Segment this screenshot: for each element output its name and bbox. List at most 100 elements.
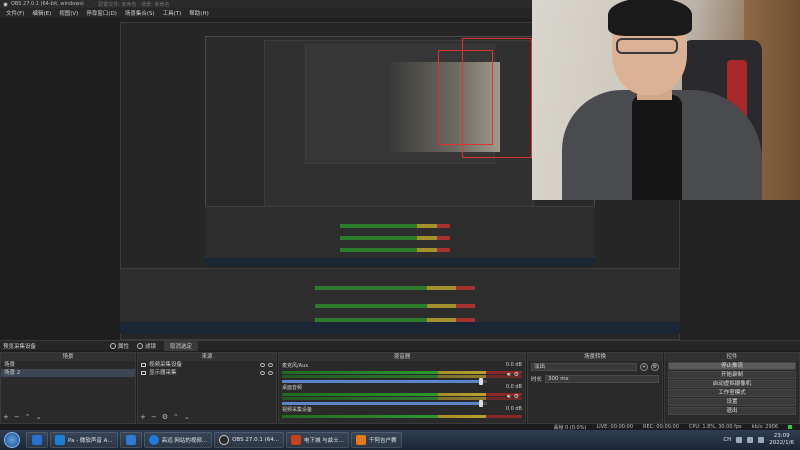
add-source-button[interactable]: +	[140, 413, 146, 421]
menu-view[interactable]: 视图(V)	[55, 9, 82, 17]
start-virtual-camera-button[interactable]: 启动虚拟摄像机	[668, 380, 796, 388]
menu-bar: 文件(F) 编辑(E) 视图(V) 停靠窗口(D) 场景集合(S) 工具(T) …	[0, 8, 532, 18]
sources-title: 来源	[138, 353, 276, 361]
nested-meter	[315, 304, 475, 308]
menu-docks[interactable]: 停靠窗口(D)	[82, 9, 121, 17]
transitions-title: 场景转换	[528, 353, 662, 361]
move-down-button[interactable]: ⌄	[36, 413, 42, 421]
move-up-button[interactable]: ⌃	[173, 413, 179, 421]
preview-margin-right	[680, 198, 800, 340]
clock[interactable]: 23:09 2022/1/6	[769, 433, 794, 447]
browser-icon	[148, 435, 159, 445]
exit-button[interactable]: 退出	[668, 407, 796, 415]
level-meter	[282, 375, 522, 378]
settings-button[interactable]: 设置	[668, 398, 796, 406]
person-shirt	[632, 95, 682, 200]
scene-item[interactable]: 场景	[1, 361, 135, 369]
controls-dock: 控件 停止推流 开始录制 启动虚拟摄像机 工作室模式 设置 退出	[664, 352, 800, 424]
scenes-dock: 场景 场景 场景 2 + − ⌃ ⌄	[0, 352, 136, 424]
window-title-extra: · 配置文件: 未命名 · 场景: 未命名	[94, 1, 170, 8]
menu-tools[interactable]: 工具(T)	[159, 9, 186, 17]
level-meter	[282, 371, 522, 374]
source-context-bar: 预览采集设备 属性 滤镜 取消选定	[0, 340, 800, 351]
move-down-button[interactable]: ⌄	[184, 413, 190, 421]
channel-name: 视频采集设备	[282, 407, 313, 413]
remove-source-button[interactable]: −	[151, 413, 157, 421]
speaker-icon[interactable]: 🔊︎	[507, 371, 511, 379]
stream-health-indicator	[788, 425, 792, 429]
nested-meter	[340, 236, 450, 240]
system-tray: CH 23:09 2022/1/6	[723, 433, 800, 447]
channel-name: 桌面音频	[282, 385, 303, 391]
gear-icon[interactable]: ⚙	[514, 393, 519, 401]
start-recording-button[interactable]: 开始录制	[668, 371, 796, 379]
taskbar-app[interactable]	[119, 432, 142, 448]
scene-item[interactable]: 场景 2	[1, 369, 135, 377]
network-icon[interactable]	[736, 437, 743, 443]
gear-icon	[110, 342, 116, 349]
nested-meter	[340, 248, 450, 252]
flag-icon[interactable]	[758, 437, 765, 443]
source-properties-button[interactable]: ⚙	[162, 413, 168, 421]
studio-mode-button[interactable]: 工作室模式	[668, 389, 796, 397]
source-item[interactable]: 视频采集设备	[138, 361, 276, 369]
stop-streaming-button[interactable]: 停止推流	[668, 362, 796, 370]
clock-time: 23:09	[773, 433, 790, 439]
level-meter	[282, 415, 522, 418]
gear-icon[interactable]: ⚙	[651, 363, 659, 371]
source-item[interactable]: 显示器采集	[138, 369, 276, 377]
folder-icon	[125, 435, 136, 445]
taskbar-app[interactable]: Pa - 微软声音 A...	[50, 432, 118, 448]
person-glasses	[616, 38, 678, 54]
title-bar: OBS 27.0.1 (64-bit, windows) · 配置文件: 未命名…	[0, 0, 532, 8]
menu-file[interactable]: 文件(F)	[2, 9, 28, 17]
deselect-button[interactable]: 取消选定	[164, 340, 199, 351]
input-language[interactable]: CH	[723, 437, 731, 443]
add-scene-button[interactable]: +	[3, 413, 9, 421]
scenes-toolbar: + − ⌃ ⌄	[3, 413, 42, 421]
taskbar-app[interactable]: 千阿吉户赛	[350, 432, 402, 448]
menu-edit[interactable]: 编辑(E)	[28, 9, 55, 17]
taskbar-app[interactable]	[26, 432, 48, 448]
sources-toolbar: + − ⚙ ⌃ ⌄	[140, 413, 190, 421]
preview-margin-left	[0, 18, 120, 340]
camera-icon	[141, 363, 146, 367]
eye-icon[interactable]	[260, 363, 265, 367]
move-up-button[interactable]: ⌃	[25, 413, 31, 421]
level-meter	[282, 393, 522, 396]
lock-icon[interactable]	[268, 371, 273, 375]
transition-select[interactable]: 淡出	[531, 363, 637, 371]
add-transition-button[interactable]: +	[640, 363, 648, 371]
start-button[interactable]	[4, 432, 20, 448]
volume-icon[interactable]	[747, 437, 754, 443]
mixer-channel: 桌面音频 0.0 dB 🔊︎ ⚙	[279, 383, 525, 407]
duration-input[interactable]: 300 ms	[545, 375, 659, 383]
lock-icon[interactable]	[268, 363, 273, 367]
obs-icon	[219, 435, 230, 445]
duration-label: 时长	[531, 377, 543, 383]
channel-name: 麦克风/Aux	[282, 363, 309, 369]
app-icon	[32, 435, 42, 445]
selected-source-label: 预览采集设备	[3, 343, 37, 350]
window-title: OBS 27.0.1 (64-bit, windows)	[11, 1, 84, 7]
channel-db: 0.0 dB	[505, 362, 522, 368]
selection-box-inner[interactable]	[438, 50, 493, 145]
clock-date: 2022/1/6	[769, 440, 794, 446]
properties-button[interactable]: 属性	[110, 342, 129, 350]
speaker-icon[interactable]: 🔊︎	[507, 393, 511, 401]
eye-icon[interactable]	[260, 371, 265, 375]
taskbar-app[interactable]: 高远 网站的视频...	[143, 432, 213, 448]
controls-title: 控件	[665, 353, 799, 361]
gear-icon[interactable]: ⚙	[514, 371, 519, 379]
app-icon	[55, 435, 65, 445]
taskbar-app[interactable]: OBS 27.0.1 (64...	[214, 432, 284, 448]
menu-help[interactable]: 帮助(H)	[185, 9, 212, 17]
mixer-channel: 麦克风/Aux 0.0 dB 🔊︎ ⚙	[279, 361, 525, 385]
filters-button[interactable]: 滤镜	[137, 342, 156, 350]
webcam-video	[532, 0, 800, 200]
scene-transitions-dock: 场景转换 淡出 + ⚙ 时长 300 ms	[527, 352, 663, 424]
media-icon	[290, 435, 301, 445]
menu-scene-collection[interactable]: 场景集合(S)	[121, 9, 159, 17]
taskbar-app[interactable]: 电下城 与兹士...	[285, 432, 349, 448]
remove-scene-button[interactable]: −	[14, 413, 20, 421]
